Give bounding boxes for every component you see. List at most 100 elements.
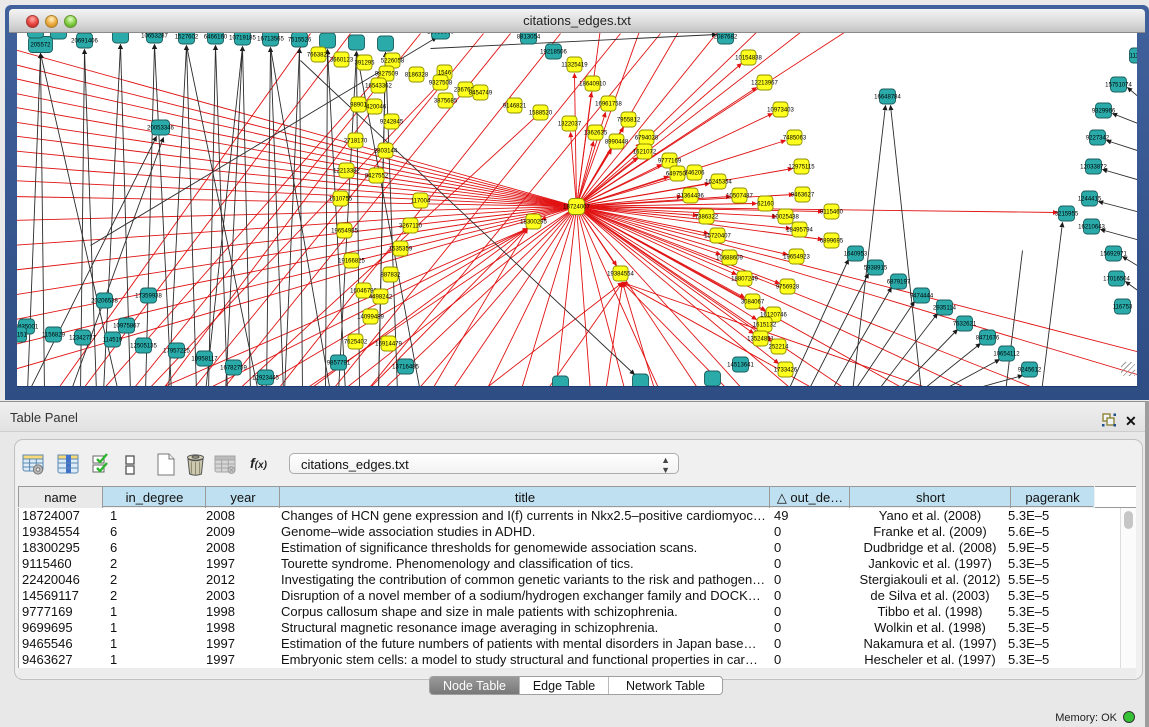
svg-text:1610755: 1610755 (328, 197, 352, 203)
svg-text:17359938: 17359938 (135, 294, 162, 300)
svg-text:9463627: 9463627 (790, 193, 814, 199)
svg-text:10507487: 10507487 (726, 194, 753, 200)
svg-text:10688609: 10688609 (716, 256, 743, 262)
svg-text:12213382: 12213382 (333, 169, 360, 175)
svg-text:10654112: 10654112 (993, 352, 1020, 358)
svg-text:10653287: 10653287 (141, 34, 168, 40)
svg-text:16914479: 16914479 (375, 342, 402, 348)
svg-text:12923445: 12923445 (252, 376, 279, 382)
svg-text:3267110: 3267110 (399, 224, 423, 230)
svg-text:8427552: 8427552 (364, 174, 388, 180)
svg-text:9756928: 9756928 (775, 285, 799, 291)
svg-text:4498242: 4498242 (368, 295, 392, 301)
svg-text:20691406: 20691406 (71, 39, 98, 45)
svg-text:1527602: 1527602 (174, 35, 198, 41)
svg-text:18640910: 18640910 (579, 82, 606, 88)
svg-text:10958117: 10958117 (191, 357, 218, 363)
svg-text:117004: 117004 (410, 199, 430, 205)
svg-text:1588520: 1588520 (528, 111, 552, 117)
svg-text:6466160: 6466160 (203, 35, 227, 41)
svg-text:13524851: 13524851 (747, 337, 774, 343)
svg-text:6879197: 6879197 (886, 280, 910, 286)
svg-text:1244415: 1244415 (1077, 197, 1101, 203)
svg-text:98901: 98901 (350, 103, 367, 109)
svg-text:3660123: 3660123 (329, 58, 353, 64)
svg-text:391295: 391295 (354, 61, 375, 67)
svg-text:1362635: 1362635 (583, 131, 607, 137)
svg-text:19384554: 19384554 (607, 272, 634, 278)
svg-text:1156829: 1156829 (42, 333, 66, 339)
svg-text:16245354: 16245354 (705, 180, 732, 186)
svg-text:887832: 887832 (380, 273, 401, 279)
svg-text:16648784: 16648784 (874, 95, 901, 101)
svg-text:18807249: 18807249 (731, 277, 758, 283)
svg-text:12342737: 12342737 (69, 336, 96, 342)
svg-text:62160: 62160 (757, 202, 774, 208)
svg-text:39151: 39151 (17, 333, 28, 339)
svg-text:14513641: 14513641 (727, 363, 754, 369)
svg-text:6899695: 6899695 (819, 239, 843, 245)
svg-text:10975867: 10975867 (113, 324, 140, 330)
svg-text:9777169: 9777169 (657, 159, 681, 165)
svg-text:16961758: 16961758 (595, 102, 622, 108)
svg-text:8990448: 8990448 (604, 140, 628, 146)
svg-text:16033809: 16033809 (427, 33, 454, 36)
svg-text:18495794: 18495794 (786, 228, 813, 234)
svg-text:15751074: 15751074 (1105, 83, 1132, 89)
svg-text:8186328: 8186328 (404, 73, 428, 79)
svg-text:1322037: 1322037 (557, 122, 581, 128)
svg-text:114519: 114519 (102, 338, 122, 344)
svg-text:16713565: 16713565 (257, 37, 284, 43)
svg-text:17957225: 17957225 (163, 349, 190, 355)
svg-text:9227342: 9227342 (1085, 136, 1109, 142)
svg-text:20053346: 20053346 (147, 126, 174, 132)
svg-text:7625402: 7625402 (343, 340, 367, 346)
svg-text:1535359: 1535359 (388, 247, 412, 253)
svg-text:10025438: 10025438 (772, 215, 799, 221)
svg-text:1621072: 1621072 (632, 150, 656, 156)
svg-text:11325419: 11325419 (561, 63, 588, 69)
svg-text:7663822: 7663822 (306, 53, 330, 59)
svg-text:8813054: 8813054 (516, 35, 540, 41)
svg-text:13716485: 13716485 (392, 365, 419, 371)
svg-text:2935114: 2935114 (933, 306, 957, 312)
svg-text:21364436: 21364436 (677, 194, 704, 200)
svg-text:16782759: 16782759 (220, 366, 247, 372)
svg-text:1615132: 1615132 (752, 323, 776, 329)
svg-text:1640953: 1640953 (843, 252, 867, 258)
svg-text:116753: 116753 (1112, 305, 1132, 311)
svg-text:19654985: 19654985 (331, 229, 358, 235)
svg-text:15692971: 15692971 (1100, 252, 1127, 258)
svg-text:12033872: 12033872 (1080, 165, 1107, 171)
svg-text:9146821: 9146821 (502, 104, 526, 110)
svg-text:7632621: 7632621 (952, 322, 976, 328)
svg-text:9474444: 9474444 (909, 294, 933, 300)
svg-text:12213967: 12213967 (751, 81, 778, 87)
svg-text:7485063: 7485063 (782, 136, 806, 142)
svg-text:9857791: 9857791 (326, 361, 350, 367)
svg-text:205572: 205572 (30, 43, 51, 49)
svg-text:9245612: 9245612 (1017, 368, 1041, 374)
svg-text:16543362: 16543362 (365, 84, 392, 90)
svg-text:7386322: 7386322 (694, 215, 718, 221)
svg-text:19654923: 19654923 (783, 255, 810, 261)
svg-text:2803144: 2803144 (373, 149, 397, 155)
svg-text:5938915: 5938915 (863, 266, 887, 272)
svg-text:3215955: 3215955 (1054, 212, 1078, 218)
svg-text:252214: 252214 (768, 345, 789, 351)
svg-text:7515526: 7515526 (287, 38, 311, 44)
svg-text:10973403: 10973403 (767, 108, 794, 114)
svg-text:8471676: 8471676 (975, 336, 999, 342)
svg-text:9115460: 9115460 (820, 210, 844, 216)
svg-text:3875685: 3875685 (433, 99, 457, 105)
svg-text:10154838: 10154838 (735, 56, 762, 62)
svg-text:1733426: 1733426 (773, 368, 797, 374)
svg-text:12505135: 12505135 (130, 344, 157, 350)
svg-text:18724007: 18724007 (563, 205, 590, 211)
svg-text:14099489: 14099489 (357, 315, 384, 321)
svg-text:10719185: 10719185 (229, 36, 256, 42)
svg-text:18300295: 18300295 (520, 220, 547, 226)
svg-text:19166825: 19166825 (338, 259, 365, 265)
svg-text:12975115: 12975115 (788, 165, 815, 171)
svg-text:7955812: 7955812 (616, 118, 640, 124)
